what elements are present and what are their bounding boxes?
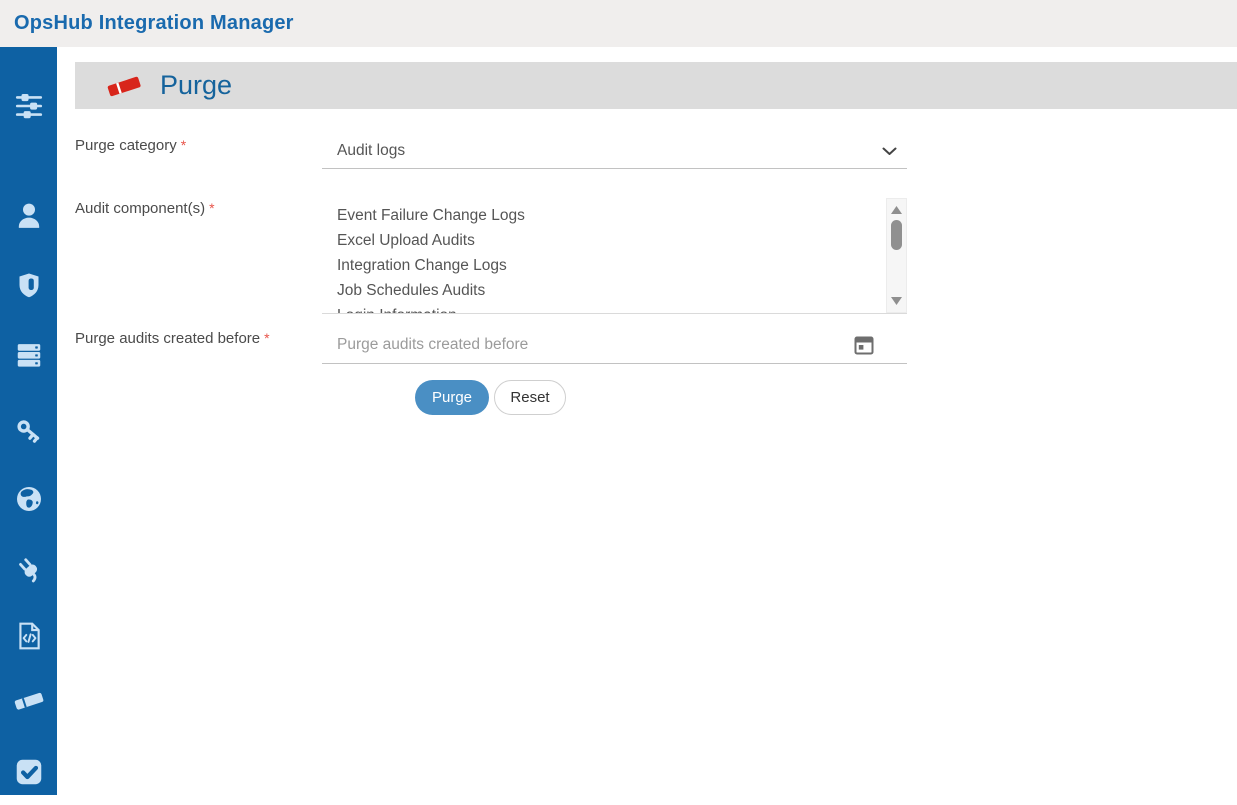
top-header: OpsHub Integration Manager xyxy=(0,0,1237,47)
sidebar-item-shield[interactable] xyxy=(0,267,57,303)
purge-category-select[interactable]: Audit logs xyxy=(322,134,907,169)
scroll-up-button[interactable] xyxy=(887,203,906,217)
date-picker-button[interactable] xyxy=(853,334,875,356)
globe-icon xyxy=(14,484,44,514)
page-title-bar: Purge xyxy=(75,62,1237,109)
list-item[interactable]: Event Failure Change Logs xyxy=(337,203,867,228)
sidebar-item-user[interactable] xyxy=(0,197,57,233)
eraser-icon xyxy=(104,71,144,101)
sidebar-item-key[interactable] xyxy=(0,413,57,449)
required-marker: * xyxy=(209,200,214,216)
purge-before-field xyxy=(322,327,907,364)
reset-button[interactable]: Reset xyxy=(494,380,566,415)
purge-category-label: Purge category* xyxy=(75,137,186,154)
server-icon xyxy=(14,340,44,370)
form-actions: Purge Reset xyxy=(415,380,566,415)
list-item[interactable]: Excel Upload Audits xyxy=(337,228,867,253)
list-item[interactable]: Login Information xyxy=(337,303,867,314)
sidebar-item-plug[interactable] xyxy=(0,551,57,587)
purge-before-input[interactable] xyxy=(322,327,822,363)
sidebar-item-checkbox[interactable] xyxy=(0,754,57,790)
purge-button[interactable]: Purge xyxy=(415,380,489,415)
list-item[interactable]: Integration Change Logs xyxy=(337,253,867,278)
list-item[interactable]: Job Schedules Audits xyxy=(337,278,867,303)
shield-icon xyxy=(15,271,43,299)
key-icon xyxy=(14,416,44,446)
scroll-up-arrow-icon xyxy=(891,206,902,214)
sidebar-item-globe[interactable] xyxy=(0,481,57,517)
chevron-down-icon[interactable] xyxy=(882,147,897,156)
sidebar-item-sliders[interactable] xyxy=(0,88,57,124)
scrollbar-thumb[interactable] xyxy=(891,220,902,250)
calendar-icon xyxy=(853,334,875,356)
sidebar-item-code-file[interactable] xyxy=(0,618,57,654)
scrollbar[interactable] xyxy=(886,198,907,313)
sliders-icon xyxy=(14,91,44,121)
purge-category-value: Audit logs xyxy=(337,142,405,160)
app-window: OpsHub Integration Manager xyxy=(0,0,1237,805)
code-file-icon xyxy=(15,621,43,651)
audit-components-listbox[interactable]: Event Failure Change Logs Excel Upload A… xyxy=(322,198,907,314)
user-icon xyxy=(14,200,44,230)
sidebar-item-server[interactable] xyxy=(0,337,57,373)
plug-icon xyxy=(14,554,44,584)
app-title: OpsHub Integration Manager xyxy=(14,12,294,35)
scroll-down-arrow-icon xyxy=(891,297,902,305)
checkbox-icon xyxy=(13,756,45,788)
page-title: Purge xyxy=(160,70,232,101)
scroll-down-button[interactable] xyxy=(887,294,906,308)
audit-components-label: Audit component(s)* xyxy=(75,200,215,217)
sidebar-item-eraser[interactable] xyxy=(0,683,57,719)
eraser-icon xyxy=(12,688,46,714)
required-marker: * xyxy=(181,137,186,153)
sidebar xyxy=(0,47,57,795)
purge-before-label: Purge audits created before* xyxy=(75,330,270,347)
required-marker: * xyxy=(264,330,269,346)
